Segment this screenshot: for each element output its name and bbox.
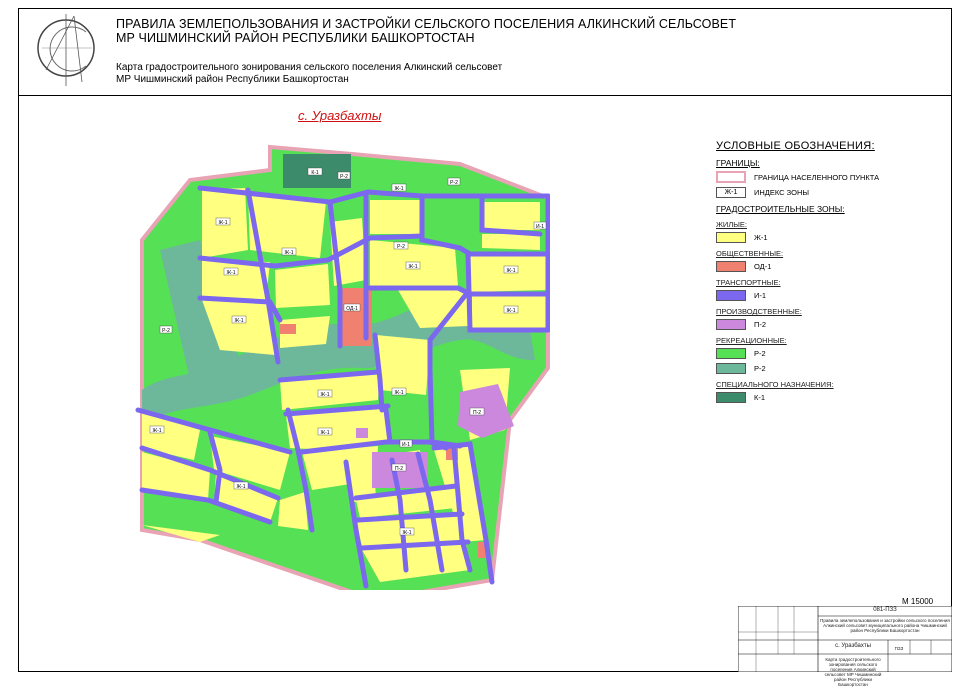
stamp-bottom-description: Карта градостроительного зонирования сел… — [824, 657, 882, 687]
boundary-label: ГРАНИЦА НАСЕЛЕННОГО ПУНКТА — [754, 172, 880, 182]
code-residential: Ж-1 — [754, 233, 768, 242]
code-transport: И-1 — [754, 291, 767, 300]
stamp-description: Правила землепользования и застройки сел… — [820, 618, 950, 633]
code-recreation-green: Р-2 — [754, 349, 766, 358]
label-r2-ne: Р-2 — [450, 180, 458, 186]
label-i1-east: И-1 — [536, 224, 544, 230]
stamp-block: 081-ПЗЗ Правила землепользования и застр… — [738, 606, 952, 687]
legend-row-public: ОД-1 — [716, 261, 916, 272]
legend-row-special: К-1 — [716, 392, 916, 403]
index-label: ИНДЕКС ЗОНЫ — [754, 188, 810, 197]
code-public: ОД-1 — [754, 262, 772, 271]
label-zh1-north: Ж-1 — [394, 186, 403, 192]
stamp-stage: ПЗЗ — [894, 646, 904, 651]
label-k1: К-1 — [311, 170, 319, 176]
legend-group-title-6: СПЕЦИАЛЬНОГО НАЗНАЧЕНИЯ: — [716, 380, 834, 389]
boundary-swatch — [716, 171, 746, 183]
zone-p2-small[interactable] — [356, 428, 368, 438]
legend-boundaries-header: ГРАНИЦЫ: — [716, 158, 760, 168]
legend-row-recreation-green: Р-2 — [716, 348, 916, 359]
village-name: с. Уразбахты — [298, 108, 382, 123]
title-line-2: МР ЧИШМИНСКИЙ РАЙОН РЕСПУБЛИКИ БАШКОРТОС… — [116, 31, 475, 45]
legend-group-title-2: ТРАНСПОРТНЫЕ: — [716, 278, 781, 287]
swatch-industrial — [716, 319, 746, 330]
legend-index-row: Ж-1 ИНДЕКС ЗОНЫ — [716, 187, 916, 198]
swatch-recreation-green — [716, 348, 746, 359]
label-zh1-k: Ж-1 — [152, 428, 161, 434]
label-zh1-i: Ж-1 — [394, 390, 403, 396]
title-line-1: ПРАВИЛА ЗЕМЛЕПОЛЬЗОВАНИЯ И ЗАСТРОЙКИ СЕЛ… — [116, 17, 737, 31]
legend-group-title-1: ОБЩЕСТВЕННЫЕ: — [716, 249, 784, 258]
label-p2-east: П-2 — [473, 410, 481, 416]
zone-od1-small[interactable] — [280, 324, 296, 334]
legend-zones-header: ГРАДОСТРОИТЕЛЬНЫЕ ЗОНЫ: — [716, 204, 845, 214]
legend-group-title-0: ЖИЛЫЕ: — [716, 220, 747, 229]
document-title: ПРАВИЛА ЗЕМЛЕПОЛЬЗОВАНИЯ И ЗАСТРОЙКИ СЕЛ… — [116, 17, 736, 45]
compass-logo-icon — [37, 14, 95, 86]
stamp-code: 081-ПЗЗ — [873, 607, 897, 613]
label-zh1-m: Ж-1 — [402, 530, 411, 536]
label-zh1-l: Ж-1 — [236, 484, 245, 490]
label-od1: ОД-1 — [346, 306, 358, 312]
index-swatch: Ж-1 — [716, 187, 746, 198]
swatch-transport — [716, 290, 746, 301]
code-special: К-1 — [754, 393, 766, 402]
subtitle-line-1: Карта градостроительного зонирования сел… — [116, 62, 503, 73]
label-zh1-a: Ж-1 — [218, 220, 227, 226]
subtitle-line-2: МР Чишминский район Республики Башкортос… — [116, 74, 349, 85]
zoning-map[interactable]: К-1 Р-2 Ж-1 Р-2 Ж-1 Ж-1 Ж-1 Ж-1 ОД-1 Р-2… — [130, 130, 550, 590]
document-subtitle: Карта градостроительного зонирования сел… — [116, 62, 502, 86]
label-i1-center: И-1 — [402, 442, 410, 448]
label-r2-center: Р-2 — [397, 244, 405, 250]
legend-row-industrial: П-2 — [716, 319, 916, 330]
legend-row-residential: Ж-1 — [716, 232, 916, 243]
map-scale: М 15000 — [902, 597, 934, 606]
legend-group-title-4: РЕКРЕАЦИОННЫЕ: — [716, 336, 787, 345]
label-r2-north: Р-2 — [340, 174, 348, 180]
swatch-residential — [716, 232, 746, 243]
label-zh1-b: Ж-1 — [284, 250, 293, 256]
label-p2-center: П-2 — [395, 466, 403, 472]
stamp-sheet-name: с. Уразбахты — [835, 643, 871, 649]
label-zh1-e: Ж-1 — [408, 264, 417, 270]
code-recreation-teal: Р-2 — [754, 364, 766, 373]
label-zh1-d: Ж-1 — [234, 318, 243, 324]
map-legend: УСЛОВНЫЕ ОБОЗНАЧЕНИЯ: ГРАНИЦЫ: ГРАНИЦА Н… — [716, 140, 916, 407]
label-zh1-f: Ж-1 — [506, 268, 515, 274]
swatch-recreation-teal — [716, 363, 746, 374]
legend-group-title-3: ПРОИЗВОДСТВЕННЫЕ: — [716, 307, 802, 316]
swatch-special — [716, 392, 746, 403]
label-zh1-g: Ж-1 — [506, 308, 515, 314]
legend-row-recreation-teal: Р-2 — [716, 363, 916, 374]
code-industrial: П-2 — [754, 320, 767, 329]
legend-title: УСЛОВНЫЕ ОБОЗНАЧЕНИЯ: — [716, 140, 875, 152]
legend-row-transport: И-1 — [716, 290, 916, 301]
swatch-public — [716, 261, 746, 272]
label-zh1-h: Ж-1 — [320, 392, 329, 398]
legend-boundary-row: ГРАНИЦА НАСЕЛЕННОГО ПУНКТА — [716, 171, 916, 183]
label-zh1-j: Ж-1 — [320, 430, 329, 436]
label-zh1-c: Ж-1 — [226, 270, 235, 276]
label-r2-west: Р-2 — [162, 328, 170, 334]
